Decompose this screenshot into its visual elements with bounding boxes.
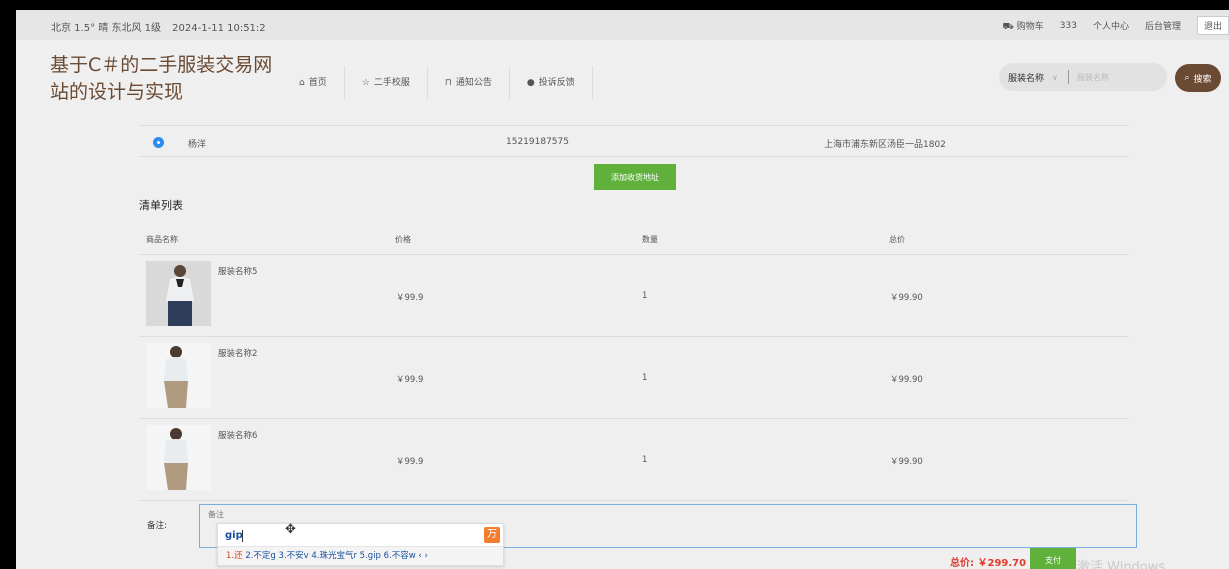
- product-name: 服装名称5: [218, 267, 258, 277]
- product-qty: 1: [642, 373, 648, 383]
- info-icon: ●: [526, 78, 535, 88]
- table-row: 服装名称2 ￥99.9 1 ￥99.90: [139, 337, 1129, 419]
- product-price: ￥99.9: [396, 375, 424, 385]
- pay-button[interactable]: 支付: [1030, 548, 1076, 569]
- logout-button[interactable]: 退出: [1196, 16, 1229, 35]
- cart-icon: ⛟: [1002, 21, 1014, 32]
- address-text: 上海市浦东新区汤臣一品1802: [824, 140, 946, 150]
- datetime-text: 2024-1-11 10:51:2: [172, 23, 266, 34]
- ime-candidate-first[interactable]: 1.还: [226, 551, 243, 561]
- product-name: 服装名称6: [218, 431, 258, 441]
- product-total: ￥99.90: [890, 293, 923, 303]
- nav-item-notices[interactable]: ⊓ 通知公告: [428, 66, 510, 100]
- table-row: 服装名称6 ￥99.9 1 ￥99.90: [139, 419, 1129, 501]
- table-header: 商品名称 价格 数量 总价: [139, 224, 1129, 255]
- header-price: 价格: [395, 235, 411, 244]
- product-qty: 1: [642, 455, 648, 465]
- address-name: 杨洋: [188, 140, 207, 150]
- search-input[interactable]: [1075, 71, 1159, 83]
- top-bar: 北京 1.5° 晴 东北风 1级 2024-1-11 10:51:2 ⛟ 购物车…: [16, 10, 1229, 40]
- search-button-label: 搜索: [1193, 74, 1212, 85]
- personal-center-link[interactable]: 个人中心: [1093, 19, 1129, 32]
- site-title[interactable]: 基于C＃的二手服装交易网站的设计与实现: [50, 52, 280, 106]
- nav-label: 首页: [308, 78, 327, 88]
- list-title: 清单列表: [139, 199, 183, 212]
- cart-link[interactable]: ⛟ 购物车: [1003, 19, 1044, 33]
- search-icon: ⌕: [1184, 73, 1190, 83]
- product-price: ￥99.9: [396, 457, 424, 467]
- product-image[interactable]: [146, 343, 211, 408]
- product-total: ￥99.90: [890, 457, 923, 467]
- search-field-select[interactable]: 服装名称 ∨: [1008, 71, 1068, 84]
- windows-activation-watermark: 激活 Windows: [1077, 560, 1166, 569]
- product-qty: 1: [642, 291, 648, 301]
- search-separator: [1068, 70, 1069, 84]
- top-bar-left: 北京 1.5° 晴 东北风 1级 2024-1-11 10:51:2: [51, 19, 274, 34]
- weather-text: 北京 1.5° 晴 东北风 1级: [51, 23, 161, 34]
- nav-label: 通知公告: [455, 78, 492, 88]
- nav-label: 投诉反馈: [538, 78, 575, 88]
- username-link[interactable]: 333: [1060, 21, 1077, 31]
- product-image[interactable]: [146, 425, 211, 490]
- search-box: 服装名称 ∨: [999, 63, 1167, 91]
- lock-icon: ⊓: [444, 78, 452, 88]
- add-address-button[interactable]: 添加收货地址: [594, 164, 676, 190]
- product-image[interactable]: [146, 261, 211, 326]
- total-price: 总价: ￥299.70: [950, 558, 1027, 569]
- nav-item-school-uniform[interactable]: ☆ 二手校服: [345, 66, 428, 100]
- admin-link[interactable]: 后台管理: [1145, 19, 1181, 32]
- cart-label: 购物车: [1016, 21, 1044, 32]
- header-total: 总价: [889, 235, 905, 244]
- ime-composition: gip: [225, 530, 243, 541]
- address-radio[interactable]: [153, 137, 164, 148]
- nav-item-home[interactable]: ⌂ 首页: [282, 66, 345, 100]
- product-total: ￥99.90: [890, 375, 923, 385]
- header-qty: 数量: [642, 235, 658, 244]
- star-icon: ☆: [361, 78, 370, 88]
- product-price: ￥99.9: [396, 293, 424, 303]
- address-row: 杨洋 15219187575 上海市浦东新区汤臣一品1802: [139, 125, 1129, 157]
- text-cursor: [242, 530, 243, 542]
- header-name: 商品名称: [146, 235, 178, 244]
- search-button[interactable]: ⌕ 搜索: [1175, 64, 1221, 92]
- main-nav: ⌂ 首页 ☆ 二手校服 ⊓ 通知公告 ● 投诉反馈: [282, 66, 593, 100]
- nav-item-feedback[interactable]: ● 投诉反馈: [510, 66, 593, 100]
- top-bar-right: ⛟ 购物车 333 个人中心 后台管理 退出: [1003, 16, 1229, 35]
- address-phone: 15219187575: [506, 137, 569, 147]
- ime-logo-icon[interactable]: 万: [484, 527, 500, 543]
- page: 北京 1.5° 晴 东北风 1级 2024-1-11 10:51:2 ⛟ 购物车…: [16, 10, 1229, 569]
- ime-candidate-window: gip 万 1.还 2.不定g 3.不安v 4.珠光宝气r 5.gip 6.不容…: [217, 523, 504, 566]
- move-cursor-icon: ✥: [285, 522, 296, 537]
- home-icon: ⌂: [299, 78, 305, 88]
- ime-candidate-list[interactable]: 1.还 2.不定g 3.不安v 4.珠光宝气r 5.gip 6.不容w ‹ ›: [218, 546, 503, 565]
- table-body: 服装名称5 ￥99.9 1 ￥99.90 服装名称2 ￥99.9 1 ￥99.9…: [139, 255, 1129, 501]
- nav-label: 二手校服: [373, 78, 410, 88]
- remark-label: 备注:: [147, 521, 167, 531]
- table-row: 服装名称5 ￥99.9 1 ￥99.90: [139, 255, 1129, 337]
- chevron-down-icon: ∨: [1052, 72, 1058, 82]
- product-name: 服装名称2: [218, 349, 258, 359]
- search-select-value: 服装名称: [1008, 73, 1045, 84]
- ime-candidate-rest[interactable]: 2.不定g 3.不安v 4.珠光宝气r 5.gip 6.不容w ‹ ›: [243, 551, 428, 561]
